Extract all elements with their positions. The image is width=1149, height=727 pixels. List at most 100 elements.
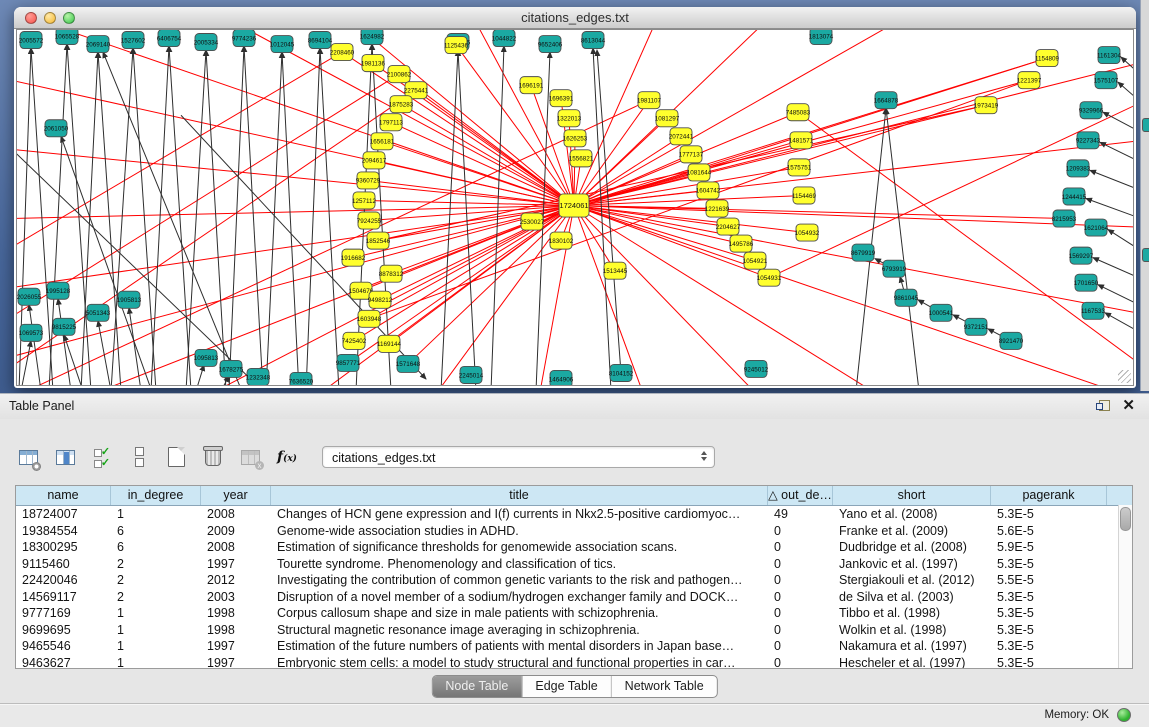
table-cell[interactable]: de Silva et al. (2003): [833, 589, 991, 606]
table-cell[interactable]: 0: [768, 556, 833, 573]
table-cell[interactable]: 1: [111, 506, 201, 523]
column-header-2[interactable]: year: [201, 486, 271, 505]
table-cell[interactable]: 2009: [201, 523, 271, 540]
table-cell[interactable]: 2: [111, 589, 201, 606]
table-cell[interactable]: 6: [111, 523, 201, 540]
table-cell[interactable]: Dudbridge et al. (2008): [833, 539, 991, 556]
table-cell[interactable]: 5.5E-5: [991, 572, 1107, 589]
import-table-disabled-icon[interactable]: x: [236, 443, 264, 471]
table-cell[interactable]: 1997: [201, 556, 271, 573]
table-cell[interactable]: 5.3E-5: [991, 589, 1107, 606]
table-row[interactable]: 1872400712008Changes of HCN gene express…: [16, 506, 1132, 523]
table-row[interactable]: 1456911722003Disruption of a novel membe…: [16, 589, 1132, 606]
table-settings-icon[interactable]: [14, 443, 42, 471]
table-vertical-scrollbar[interactable]: [1118, 505, 1132, 668]
table-cell[interactable]: Nakamura et al. (1997): [833, 638, 991, 655]
table-cell[interactable]: 18300295: [16, 539, 111, 556]
table-cell[interactable]: 5.3E-5: [991, 655, 1107, 670]
table-cell[interactable]: Stergiakouli et al. (2012): [833, 572, 991, 589]
table-cell[interactable]: 18724007: [16, 506, 111, 523]
network-graph[interactable]: 2005572106552820691401527602640675420053…: [17, 30, 1133, 385]
table-row[interactable]: 1830029562008Estimation of significance …: [16, 539, 1132, 556]
table-cell[interactable]: Disruption of a novel member of a sodium…: [271, 589, 768, 606]
table-cell[interactable]: 2: [111, 572, 201, 589]
table-cell[interactable]: 1997: [201, 655, 271, 670]
table-cell[interactable]: 5.3E-5: [991, 605, 1107, 622]
table-cell[interactable]: 1997: [201, 638, 271, 655]
tab-network-table[interactable]: Network Table: [611, 676, 717, 697]
table-cell[interactable]: 5.3E-5: [991, 556, 1107, 573]
table-cell[interactable]: 5.9E-5: [991, 539, 1107, 556]
tab-edge-table[interactable]: Edge Table: [521, 676, 610, 697]
table-cell[interactable]: 1: [111, 655, 201, 670]
function-builder-icon[interactable]: f(x): [273, 443, 301, 471]
table-cell[interactable]: 9699695: [16, 622, 111, 639]
table-cell[interactable]: 9465546: [16, 638, 111, 655]
table-cell[interactable]: 9463627: [16, 655, 111, 670]
network-canvas[interactable]: 2005572106552820691401527602640675420053…: [16, 29, 1134, 386]
table-row[interactable]: 946362711997Embryonic stem cells: a mode…: [16, 655, 1132, 670]
close-panel-icon[interactable]: ✕: [1122, 397, 1135, 415]
float-panel-icon[interactable]: [1096, 400, 1109, 413]
table-cell[interactable]: 0: [768, 539, 833, 556]
column-header-0[interactable]: name: [16, 486, 111, 505]
table-cell[interactable]: 5.3E-5: [991, 506, 1107, 523]
table-row[interactable]: 946554611997Estimation of the future num…: [16, 638, 1132, 655]
table-cell[interactable]: 5.6E-5: [991, 523, 1107, 540]
table-cell[interactable]: Changes of HCN gene expression and I(f) …: [271, 506, 768, 523]
table-cell[interactable]: Wolkin et al. (1998): [833, 622, 991, 639]
tab-node-table[interactable]: Node Table: [432, 676, 521, 697]
table-cell[interactable]: 0: [768, 523, 833, 540]
table-cell[interactable]: Genome-wide association studies in ADHD.: [271, 523, 768, 540]
table-cell[interactable]: 2008: [201, 539, 271, 556]
table-cell[interactable]: 0: [768, 572, 833, 589]
unselect-all-columns-icon[interactable]: [125, 443, 153, 471]
table-cell[interactable]: Tourette syndrome. Phenomenology and cla…: [271, 556, 768, 573]
table-row[interactable]: 2242004622012Investigating the contribut…: [16, 572, 1132, 589]
table-cell[interactable]: 0: [768, 638, 833, 655]
table-cell[interactable]: Hescheler et al. (1997): [833, 655, 991, 670]
table-cell[interactable]: 9115460: [16, 556, 111, 573]
table-cell[interactable]: 6: [111, 539, 201, 556]
table-row[interactable]: 969969511998Structural magnetic resonanc…: [16, 622, 1132, 639]
table-cell[interactable]: Investigating the contribution of common…: [271, 572, 768, 589]
table-cell[interactable]: 0: [768, 589, 833, 606]
table-cell[interactable]: Corpus callosum shape and size in male p…: [271, 605, 768, 622]
window-titlebar[interactable]: citations_edges.txt: [14, 7, 1136, 29]
table-row[interactable]: 977716911998Corpus callosum shape and si…: [16, 605, 1132, 622]
table-cell[interactable]: Franke et al. (2009): [833, 523, 991, 540]
scrollbar-thumb[interactable]: [1120, 507, 1131, 531]
memory-status-indicator[interactable]: [1117, 708, 1131, 722]
table-cell[interactable]: 49: [768, 506, 833, 523]
column-header-1[interactable]: in_degree: [111, 486, 201, 505]
table-cell[interactable]: 2008: [201, 506, 271, 523]
table-cell[interactable]: 5.3E-5: [991, 638, 1107, 655]
table-cell[interactable]: 1: [111, 638, 201, 655]
table-row[interactable]: 911546021997Tourette syndrome. Phenomeno…: [16, 556, 1132, 573]
column-header-5[interactable]: short: [833, 486, 991, 505]
table-cell[interactable]: 22420046: [16, 572, 111, 589]
table-cell[interactable]: 1998: [201, 622, 271, 639]
delete-table-icon[interactable]: [199, 443, 227, 471]
table-cell[interactable]: 1: [111, 622, 201, 639]
column-header-6[interactable]: pagerank: [991, 486, 1107, 505]
select-all-columns-icon[interactable]: ✓✓: [88, 443, 116, 471]
column-header-3[interactable]: title: [271, 486, 768, 505]
table-cell[interactable]: 5.3E-5: [991, 622, 1107, 639]
table-cell[interactable]: 2003: [201, 589, 271, 606]
table-cell[interactable]: 1998: [201, 605, 271, 622]
table-cell[interactable]: Jankovic et al. (1997): [833, 556, 991, 573]
window-resize-grip[interactable]: [1118, 370, 1131, 383]
table-cell[interactable]: Estimation of significance thresholds fo…: [271, 539, 768, 556]
table-cell[interactable]: 9777169: [16, 605, 111, 622]
table-cell[interactable]: 2012: [201, 572, 271, 589]
table-cell[interactable]: Embryonic stem cells: a model to study s…: [271, 655, 768, 670]
table-cell[interactable]: Yano et al. (2008): [833, 506, 991, 523]
column-header-4[interactable]: △ out_de…: [768, 486, 833, 505]
table-cell[interactable]: 0: [768, 605, 833, 622]
table-row[interactable]: 1938455462009Genome-wide association stu…: [16, 523, 1132, 540]
table-cell[interactable]: Structural magnetic resonance image aver…: [271, 622, 768, 639]
new-table-icon[interactable]: [162, 443, 190, 471]
table-cell[interactable]: Estimation of the future numbers of pati…: [271, 638, 768, 655]
table-cell[interactable]: 14569117: [16, 589, 111, 606]
